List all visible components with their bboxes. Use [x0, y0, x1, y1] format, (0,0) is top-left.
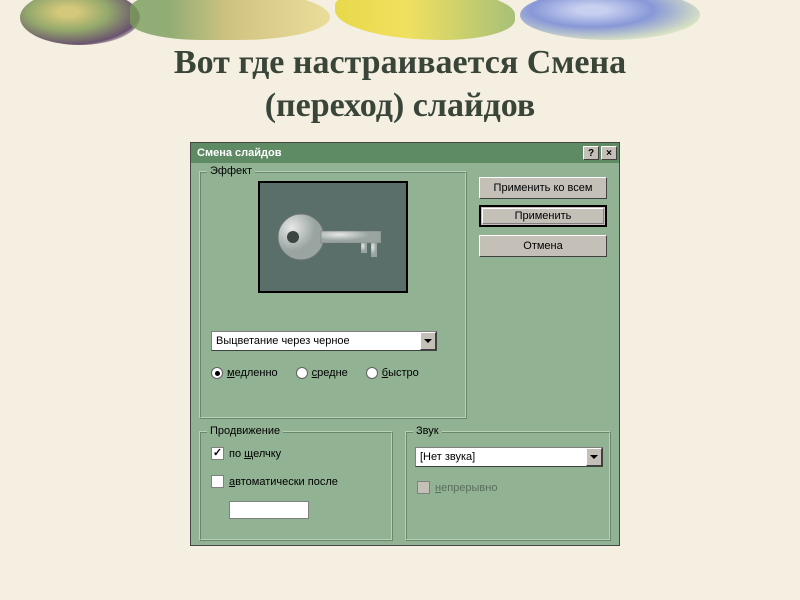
speed-medium-radio[interactable]: средне	[296, 367, 348, 379]
effect-dropdown-value: Выцветание через черное	[216, 335, 350, 347]
checkbox-icon	[417, 481, 430, 494]
checkbox-icon	[211, 447, 224, 460]
checkbox-icon	[211, 475, 224, 488]
key-icon	[273, 202, 393, 272]
on-click-checkbox[interactable]: по щелчку	[211, 447, 281, 460]
sound-dropdown[interactable]: [Нет звука]	[415, 447, 603, 467]
effect-dropdown[interactable]: Выцветание через черное	[211, 331, 437, 351]
slide-transition-dialog: Смена слайдов ? × Эффект	[190, 142, 620, 546]
dropdown-arrow-icon[interactable]	[420, 332, 436, 350]
auto-after-checkbox[interactable]: автоматически после	[211, 475, 338, 488]
sound-group-label: Звук	[413, 425, 442, 437]
speed-slow-radio[interactable]: медленно	[211, 367, 278, 379]
speed-radio-group: медленно средне быстро	[211, 367, 457, 379]
radio-label: редне	[317, 367, 348, 379]
cancel-button[interactable]: Отмена	[479, 235, 607, 257]
radio-label: едленно	[235, 367, 278, 379]
dropdown-arrow-icon[interactable]	[586, 448, 602, 466]
sound-dropdown-value: [Нет звука]	[420, 451, 475, 463]
page-title: Вот где настраивается Смена (переход) сл…	[0, 42, 800, 127]
radio-label: ыстро	[388, 367, 419, 379]
apply-all-button[interactable]: Применить ко всем	[479, 177, 607, 199]
advance-group-label: Продвижение	[207, 425, 283, 437]
checkbox-label: по щелчку	[229, 448, 281, 460]
auto-delay-input[interactable]	[229, 501, 309, 519]
transition-preview[interactable]	[258, 181, 408, 293]
close-button[interactable]: ×	[601, 146, 617, 160]
advance-group: Продвижение по щелчку автоматически посл…	[199, 431, 393, 541]
checkbox-label: автоматически после	[229, 476, 338, 488]
apply-button[interactable]: Применить	[479, 205, 607, 227]
effect-group-label: Эффект	[207, 165, 255, 177]
speed-fast-radio[interactable]: быстро	[366, 367, 419, 379]
loop-checkbox: непрерывно	[417, 481, 497, 494]
dialog-title: Смена слайдов	[197, 147, 281, 159]
effect-group: Эффект	[199, 171, 467, 419]
help-button[interactable]: ?	[583, 146, 599, 160]
dialog-titlebar[interactable]: Смена слайдов ? ×	[191, 143, 619, 163]
checkbox-label: непрерывно	[435, 482, 497, 494]
sound-group: Звук [Нет звука] непрерывно	[405, 431, 611, 541]
